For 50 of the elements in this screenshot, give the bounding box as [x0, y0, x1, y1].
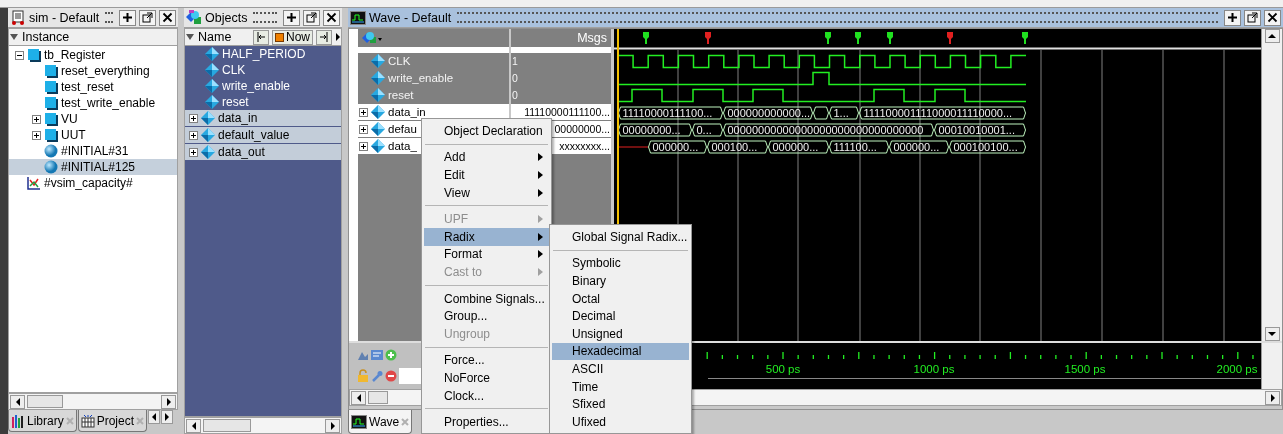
time-label: 500 ps — [765, 363, 801, 375]
bus-value: 000100... — [711, 141, 758, 153]
tree-label: test_reset — [61, 80, 114, 94]
signal-name: data_ — [388, 140, 417, 152]
tree-label: test_write_enable — [61, 96, 156, 110]
signal-value: 0 — [512, 72, 518, 84]
signal-value: 1 — [512, 55, 518, 67]
tree-label: reset_everything — [61, 64, 150, 78]
object-name: HALF_PERIOD — [222, 47, 306, 61]
bus-value: 000000000000... — [727, 107, 811, 119]
tree-label: VU — [61, 112, 78, 126]
signal-value: 00000000... — [554, 123, 610, 135]
bus-value: 1... — [833, 107, 849, 119]
object-name: data_out — [218, 145, 265, 159]
bus-value: 00010010001... — [938, 124, 1015, 136]
object-name: reset — [222, 95, 249, 109]
object-name: data_in — [218, 111, 258, 125]
bus-value: 000000... — [893, 141, 940, 153]
bus-value: 00000000... — [622, 124, 681, 136]
tree-label: #INITIAL#31 — [61, 144, 129, 158]
bus-value: 000100100... — [953, 141, 1018, 153]
tree-label: #INITIAL#125 — [61, 160, 136, 174]
bus-value: 000000... — [772, 141, 819, 153]
signal-name: CLK — [388, 55, 411, 67]
bus-value: 00000000000000000000000000000000 — [727, 124, 924, 136]
tree-label: #vsim_capacity# — [44, 176, 133, 190]
signal-name: reset — [388, 89, 414, 101]
object-name: default_value — [218, 128, 290, 142]
tree-label: UUT — [61, 128, 86, 142]
time-label: 1000 ps — [913, 363, 955, 375]
panel-title: Objects — [205, 10, 248, 25]
time-label: 2000 ps — [1216, 363, 1258, 375]
signal-value: 11110000111100... — [524, 106, 610, 118]
bus-value: 111100... — [833, 141, 877, 153]
bus-value: 11110000111100... — [622, 107, 713, 119]
signal-value: xxxxxxxx... — [559, 140, 610, 152]
bus-value: 111100001111000011110000... — [863, 107, 1013, 119]
column-header: Msgs — [577, 31, 607, 45]
tree-label: tb_Register — [44, 48, 106, 62]
object-name: write_enable — [222, 79, 291, 93]
signal-name: defau — [388, 123, 417, 135]
time-label: 1500 ps — [1064, 363, 1106, 375]
signal-name: write_enable — [388, 72, 454, 84]
bus-value: 0... — [696, 124, 712, 136]
panel-title: Wave - Default — [369, 10, 452, 25]
bus-value: 000000... — [652, 141, 699, 153]
object-name: CLK — [222, 63, 246, 77]
signal-name: data_in — [388, 106, 426, 118]
signal-value: 0 — [512, 89, 518, 101]
panel-title: sim - Default — [29, 10, 100, 25]
